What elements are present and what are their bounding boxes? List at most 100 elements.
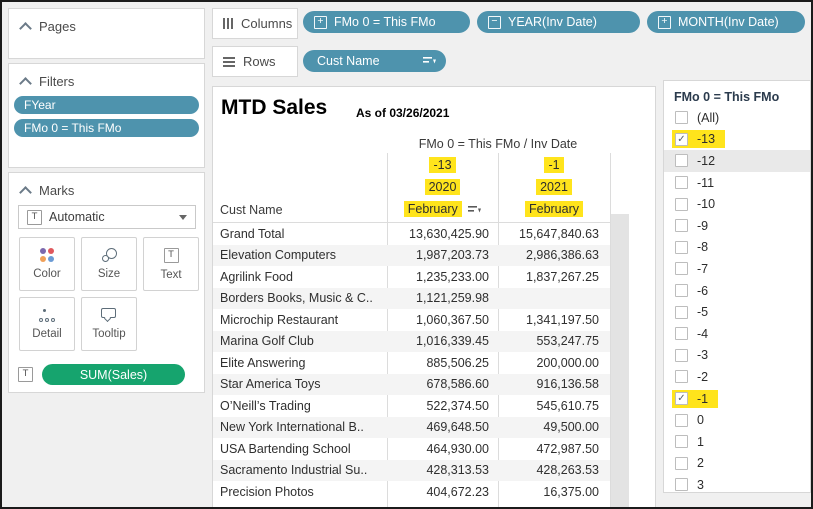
table-row[interactable]: Agrilink Food1,235,233.001,837,267.25 — [213, 266, 610, 288]
filter-item--13[interactable]: ✓-13 — [664, 129, 810, 151]
checkbox-icon[interactable] — [675, 414, 688, 427]
table-row[interactable]: Star America Toys678,586.60916,136.58 — [213, 374, 610, 396]
collapse-chevron-icon[interactable] — [19, 22, 32, 35]
checkbox-icon[interactable] — [675, 284, 688, 297]
month-header-value[interactable]: February — [404, 201, 462, 217]
cell-feb-2021[interactable]: 553,247.75 — [498, 334, 608, 348]
cell-feb-2021[interactable]: 545,610.75 — [498, 399, 608, 413]
column-field-label[interactable]: FMo 0 = This FMo / Inv Date — [387, 137, 609, 151]
cell-feb-2020[interactable]: 522,374.50 — [387, 399, 498, 413]
filter-item--12[interactable]: -12 — [664, 150, 810, 172]
row-label[interactable]: Microchip Restaurant — [213, 313, 387, 327]
size-button[interactable]: Size — [81, 237, 137, 291]
vertical-scrollbar[interactable] — [611, 214, 629, 509]
table-row[interactable]: Grand Total13,630,425.9015,647,840.63 — [213, 223, 610, 245]
checkbox-icon[interactable] — [675, 478, 688, 491]
mark-type-dropdown[interactable]: T Automatic — [18, 205, 196, 229]
filter-item-1[interactable]: 1 — [664, 431, 810, 453]
collapse-chevron-icon[interactable] — [19, 186, 32, 199]
row-label[interactable]: Marina Golf Club — [213, 334, 387, 348]
cell-feb-2021[interactable]: 2,986,386.63 — [498, 248, 608, 262]
sort-descending-icon[interactable] — [423, 56, 436, 66]
row-label[interactable]: Borders Books, Music & C.. — [213, 291, 387, 305]
filter-item--7[interactable]: -7 — [664, 258, 810, 280]
pill-fmo-this-fmo[interactable]: + FMo 0 = This FMo — [303, 11, 470, 33]
cell-feb-2020[interactable]: 1,016,339.45 — [387, 334, 498, 348]
filter-item-2[interactable]: 2 — [664, 453, 810, 475]
checkbox-checked-icon[interactable]: ✓ — [675, 133, 688, 146]
cell-feb-2020[interactable]: 1,060,367.50 — [387, 313, 498, 327]
table-row[interactable]: Elite Answering885,506.25200,000.00 — [213, 352, 610, 374]
cell-feb-2020[interactable]: 1,987,203.73 — [387, 248, 498, 262]
checkbox-icon[interactable] — [675, 111, 688, 124]
filter-item--9[interactable]: -9 — [664, 215, 810, 237]
cell-feb-2020[interactable]: 1,235,233.00 — [387, 270, 498, 284]
filter-item--11[interactable]: -11 — [664, 172, 810, 194]
filter-item--4[interactable]: -4 — [664, 323, 810, 345]
filter-item--10[interactable]: -10 — [664, 193, 810, 215]
filter-pill-fmo[interactable]: FMo 0 = This FMo — [14, 119, 199, 137]
cell-feb-2021[interactable]: 200,000.00 — [498, 356, 608, 370]
pill-year-inv-date[interactable]: − YEAR(Inv Date) — [477, 11, 640, 33]
detail-button[interactable]: Detail — [19, 297, 75, 351]
checkbox-icon[interactable] — [675, 241, 688, 254]
checkbox-icon[interactable] — [675, 435, 688, 448]
row-label[interactable]: New York International B.. — [213, 420, 387, 434]
chevron-down-icon[interactable] — [179, 215, 187, 220]
cell-feb-2020[interactable]: 464,930.00 — [387, 442, 498, 456]
pill-cust-name[interactable]: Cust Name — [303, 50, 446, 72]
sort-descending-icon[interactable] — [468, 205, 481, 215]
checkbox-icon[interactable] — [675, 457, 688, 470]
row-label[interactable]: Agrilink Food — [213, 270, 387, 284]
filter-item--5[interactable]: -5 — [664, 301, 810, 323]
table-row[interactable]: Marina Golf Club1,016,339.45553,247.75 — [213, 331, 610, 353]
checkbox-checked-icon[interactable]: ✓ — [675, 392, 688, 405]
cell-feb-2021[interactable]: 16,375.00 — [498, 485, 608, 499]
cell-feb-2020[interactable]: 404,672.23 — [387, 485, 498, 499]
row-field-label[interactable]: Cust Name — [220, 203, 283, 217]
filter-item--1[interactable]: ✓-1 — [664, 388, 810, 410]
checkbox-icon[interactable] — [675, 198, 688, 211]
table-row[interactable]: Precision Photos404,672.2316,375.00 — [213, 481, 610, 503]
color-button[interactable]: Color — [19, 237, 75, 291]
row-label[interactable]: Elevation Computers — [213, 248, 387, 262]
cell-feb-2020[interactable]: 13,630,425.90 — [387, 227, 498, 241]
row-label[interactable]: Star America Toys — [213, 377, 387, 391]
cell-feb-2021[interactable]: 916,136.58 — [498, 377, 608, 391]
checkbox-icon[interactable] — [675, 327, 688, 340]
row-label[interactable]: Elite Answering — [213, 356, 387, 370]
cell-feb-2020[interactable]: 469,648.50 — [387, 420, 498, 434]
filter-item--3[interactable]: -3 — [664, 345, 810, 367]
filter-item--2[interactable]: -2 — [664, 366, 810, 388]
cell-feb-2021[interactable]: 1,341,197.50 — [498, 313, 608, 327]
sum-sales-pill[interactable]: SUM(Sales) — [42, 364, 185, 385]
filter-item-3[interactable]: 3 — [664, 474, 810, 496]
text-button[interactable]: T Text — [143, 237, 199, 291]
row-label[interactable]: USA Bartending School — [213, 442, 387, 456]
cell-feb-2020[interactable]: 885,506.25 — [387, 356, 498, 370]
checkbox-icon[interactable] — [675, 306, 688, 319]
cell-feb-2020[interactable]: 428,313.53 — [387, 463, 498, 477]
table-row[interactable]: USA Bartending School464,930.00472,987.5… — [213, 438, 610, 460]
row-label[interactable]: O’Neill’s Trading — [213, 399, 387, 413]
plus-box-icon[interactable]: + — [314, 16, 327, 29]
filter-item--6[interactable]: -6 — [664, 280, 810, 302]
filter-item--8[interactable]: -8 — [664, 237, 810, 259]
checkbox-icon[interactable] — [675, 349, 688, 362]
table-row[interactable]: Borders Books, Music & C..1,121,259.98 — [213, 288, 610, 310]
pill-month-inv-date[interactable]: + MONTH(Inv Date) — [647, 11, 805, 33]
year-header-value[interactable]: 2020 — [425, 179, 461, 195]
checkbox-icon[interactable] — [675, 176, 688, 189]
cell-feb-2021[interactable]: 15,647,840.63 — [498, 227, 608, 241]
fmo-header-value[interactable]: -1 — [544, 157, 563, 173]
table-row[interactable]: Elevation Computers1,987,203.732,986,386… — [213, 245, 610, 267]
cell-feb-2021[interactable]: 1,837,267.25 — [498, 270, 608, 284]
cell-feb-2020[interactable]: 1,121,259.98 — [387, 291, 498, 305]
column-header-2021[interactable]: -1 2021 February — [499, 154, 609, 220]
plus-box-icon[interactable]: + — [658, 16, 671, 29]
column-header-2020[interactable]: -13 2020 February — [387, 154, 498, 220]
table-row[interactable]: O’Neill’s Trading522,374.50545,610.75 — [213, 395, 610, 417]
cell-feb-2021[interactable]: 472,987.50 — [498, 442, 608, 456]
month-header-value[interactable]: February — [525, 201, 583, 217]
table-row[interactable]: New York International B..469,648.5049,5… — [213, 417, 610, 439]
